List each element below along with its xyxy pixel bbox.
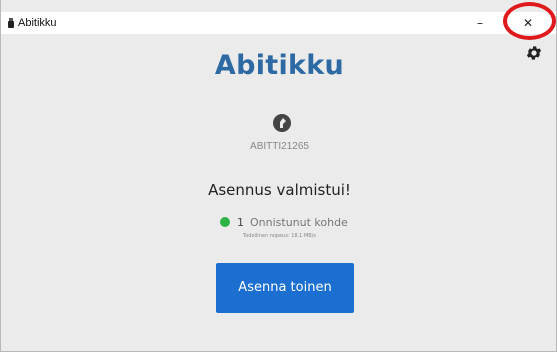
- app-window: Abitikku – ✕ Abitikku ABITTI21265 Asennu…: [0, 0, 557, 352]
- usb-drive-icon: [273, 114, 291, 132]
- speed-text: Todellinen nopeus: 18.1 MB/s: [243, 233, 316, 239]
- app-icon: [8, 18, 14, 28]
- install-another-button[interactable]: Asenna toinen: [216, 263, 354, 313]
- minimize-button[interactable]: –: [463, 12, 497, 34]
- app-logo: Abitikku: [214, 50, 345, 81]
- success-count: 1: [237, 216, 244, 229]
- main-content: Abitikku ABITTI21265 Asennus valmistui! …: [2, 34, 557, 351]
- title-bar: Abitikku – ✕: [1, 12, 556, 34]
- success-dot-icon: [220, 217, 230, 227]
- window-title: Abitikku: [18, 17, 57, 29]
- status-title: Asennus valmistui!: [208, 181, 351, 199]
- success-label: Onnistunut kohde: [250, 216, 348, 229]
- device-id: ABITTI21265: [250, 141, 309, 152]
